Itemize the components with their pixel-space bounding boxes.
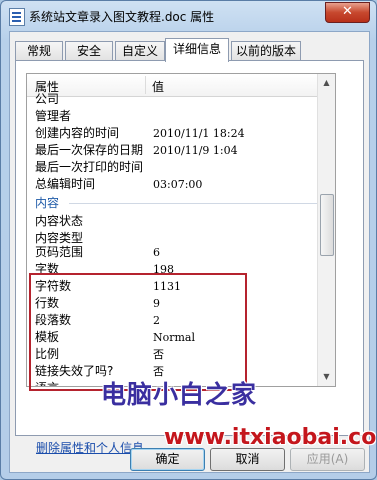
tab-security[interactable]: 安全: [65, 41, 113, 61]
scroll-up-icon[interactable]: ▲: [319, 75, 334, 91]
property-name: 公司: [35, 92, 60, 106]
property-name: 总编辑时间: [35, 177, 96, 191]
vertical-scrollbar[interactable]: ▲ ▼: [317, 74, 335, 386]
scroll-thumb[interactable]: [320, 194, 334, 256]
property-name: 内容状态: [35, 214, 84, 228]
list-item[interactable]: 总编辑时间 03:07:00: [27, 176, 335, 193]
list-item[interactable]: 内容状态: [27, 213, 335, 230]
list-item[interactable]: 内容类型: [27, 230, 335, 245]
list-item[interactable]: 页码范围 6: [27, 244, 335, 261]
property-name: 最后一次保存的日期: [35, 143, 144, 157]
highlight-box: [29, 273, 247, 391]
close-button[interactable]: ✕: [325, 2, 370, 23]
column-separator[interactable]: [145, 76, 146, 94]
group-divider: [69, 203, 329, 204]
property-name: 最后一次打印的时间: [35, 160, 144, 174]
watermark-site-url: www.itxiaobai.com: [164, 425, 377, 450]
property-value: 03:07:00: [153, 178, 203, 191]
list-item[interactable]: 管理者: [27, 108, 335, 125]
ok-button[interactable]: 确定: [130, 448, 205, 471]
property-value: 6: [153, 246, 160, 259]
tab-general[interactable]: 常规: [15, 41, 63, 61]
property-name: 管理者: [35, 109, 72, 123]
word-document-icon: [9, 8, 25, 26]
list-item[interactable]: 最后一次保存的日期 2010/11/9 1:04: [27, 142, 335, 159]
title-bar[interactable]: 系统站文章录入图文教程.doc 属性 ✕: [1, 1, 376, 31]
properties-window: 系统站文章录入图文教程.doc 属性 ✕ 常规 安全 自定义 详细信息 以前的版…: [0, 0, 377, 480]
scroll-down-icon[interactable]: ▼: [319, 369, 334, 385]
column-header-value[interactable]: 值: [152, 78, 164, 95]
list-item[interactable]: 创建内容的时间 2010/11/1 18:24: [27, 125, 335, 142]
property-name: 创建内容的时间: [35, 126, 120, 140]
list-header: 属性 值: [27, 74, 335, 97]
property-value: 2010/11/9 1:04: [153, 144, 238, 157]
tab-details[interactable]: 详细信息: [165, 38, 229, 62]
window-title: 系统站文章录入图文教程.doc 属性: [29, 10, 215, 24]
tab-custom[interactable]: 自定义: [115, 41, 165, 61]
cancel-button[interactable]: 取消: [210, 448, 285, 471]
list-item[interactable]: 最后一次打印的时间: [27, 159, 335, 176]
remove-properties-link[interactable]: 删除属性和个人信息: [36, 439, 144, 456]
property-value: 2010/11/1 18:24: [153, 127, 245, 140]
list-item[interactable]: 公司: [27, 92, 335, 108]
group-header-content: 内容: [27, 193, 335, 213]
tab-previous-versions[interactable]: 以前的版本: [231, 41, 301, 61]
watermark-site-name: 电脑小白之家: [101, 380, 258, 409]
property-name: 页码范围: [35, 245, 84, 259]
apply-button[interactable]: 应用(A): [290, 448, 365, 471]
